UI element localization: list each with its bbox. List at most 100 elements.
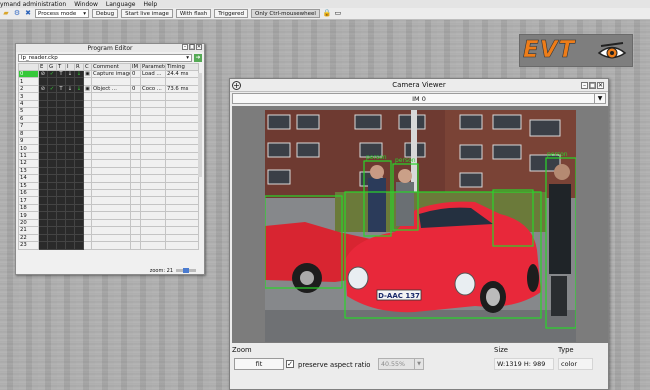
- table-row[interactable]: 23: [18, 241, 199, 250]
- table-row[interactable]: 19: [18, 211, 199, 220]
- close-window-icon[interactable]: ✕: [196, 44, 202, 50]
- table-row[interactable]: 7: [18, 122, 199, 131]
- cell: [65, 241, 75, 250]
- table-row[interactable]: 15: [18, 181, 199, 191]
- table-row[interactable]: 22: [18, 233, 199, 243]
- cell: [74, 218, 84, 228]
- row-number: 10: [18, 144, 39, 153]
- step-im: [130, 166, 141, 176]
- cell: [47, 203, 57, 213]
- cell: [47, 218, 57, 228]
- cell: [47, 99, 57, 109]
- table-row[interactable]: 12: [18, 159, 199, 168]
- program-file-select[interactable]: lp_reader.ckp ▾: [18, 53, 192, 62]
- table-row[interactable]: 1: [18, 77, 199, 86]
- only-ctrl-mousewheel-button[interactable]: Only Ctrl-mousewheel: [251, 9, 320, 18]
- image-select[interactable]: IM 0 ▼: [232, 93, 606, 104]
- row-number: 1: [18, 77, 39, 86]
- mode-select-value: Process mode: [38, 10, 77, 17]
- cell: [38, 129, 48, 138]
- cell: [56, 218, 66, 228]
- run-program-icon[interactable]: ➜: [194, 53, 202, 62]
- step-parameter: [140, 144, 166, 153]
- table-row[interactable]: 18: [18, 203, 199, 213]
- step-im: [130, 218, 141, 228]
- step-parameter: [140, 166, 166, 176]
- cell: [38, 122, 48, 131]
- step-comment: [91, 151, 131, 161]
- table-row[interactable]: 13: [18, 166, 199, 176]
- cell: [56, 203, 66, 213]
- cell: [47, 166, 57, 176]
- menu-language[interactable]: Language: [106, 1, 136, 8]
- mode-select[interactable]: Process mode ▾: [35, 9, 89, 18]
- cell: [56, 181, 66, 191]
- open-icon[interactable]: ▰: [2, 10, 10, 18]
- menu-window[interactable]: Window: [74, 1, 98, 8]
- preserve-aspect-checkbox[interactable]: ✓: [286, 360, 294, 368]
- table-row[interactable]: 17: [18, 196, 199, 205]
- cell: [65, 77, 75, 86]
- step-im: [130, 144, 141, 153]
- close-icon[interactable]: ✖: [24, 10, 32, 18]
- minimize-icon[interactable]: –: [581, 82, 588, 89]
- debug-button[interactable]: Debug: [92, 9, 119, 18]
- table-row[interactable]: 0 ⊘ ✓ T ↓ ↓ ▣ Capture image 0 Load ... 24.4 ms: [18, 69, 199, 79]
- step-comment: Capture image: [91, 69, 131, 79]
- step-im: [130, 107, 141, 116]
- program-editor-titlebar[interactable]: Program Editor – □ ✕: [16, 44, 204, 52]
- table-row[interactable]: 21: [18, 226, 199, 235]
- maximize-icon[interactable]: □: [589, 82, 596, 89]
- zoom-select[interactable]: 40.55% ▼: [378, 358, 424, 370]
- table-row[interactable]: 10: [18, 144, 199, 153]
- step-parameter: [140, 181, 166, 191]
- cell: [47, 122, 57, 131]
- table-row[interactable]: 11: [18, 151, 199, 161]
- cell: [56, 114, 66, 124]
- close-window-icon[interactable]: ✕: [597, 82, 604, 89]
- step-comment: [91, 144, 131, 153]
- step-parameter: [140, 99, 166, 109]
- table-row[interactable]: 6: [18, 114, 199, 124]
- settings-icon[interactable]: ⚙: [13, 10, 21, 18]
- col-header-timing: Timing: [165, 63, 199, 71]
- cell: [38, 144, 48, 153]
- menu-bar: ymand administration Window Language Hel…: [0, 0, 650, 8]
- menu-admin[interactable]: ymand administration: [0, 1, 66, 8]
- table-row[interactable]: 20: [18, 218, 199, 228]
- table-row[interactable]: 2 ⊘ ✓ T ↓ ↓ ▣ Object ... 0 Coco ... 73.6 ms: [18, 84, 199, 94]
- step-icon: ▣: [83, 84, 92, 94]
- slider-handle[interactable]: [183, 268, 189, 273]
- triggered-button[interactable]: Triggered: [214, 9, 249, 18]
- table-row[interactable]: 14: [18, 174, 199, 183]
- table-row[interactable]: 9: [18, 136, 199, 146]
- start-live-image-button[interactable]: Start live image: [121, 9, 173, 18]
- table-row[interactable]: 8: [18, 129, 199, 138]
- add-icon[interactable]: +: [232, 81, 241, 90]
- table-row[interactable]: 16: [18, 188, 199, 198]
- cell: [65, 203, 75, 213]
- row-number: 0: [18, 69, 39, 79]
- maximize-icon[interactable]: □: [189, 44, 195, 50]
- table-row[interactable]: 3: [18, 92, 199, 101]
- camera-image[interactable]: D-AAC 137 person person person: [265, 110, 576, 342]
- camera-viewer-titlebar[interactable]: + Camera Viewer – □ ✕: [230, 79, 608, 92]
- window-icon[interactable]: ▭: [334, 10, 342, 18]
- cell: [83, 77, 92, 86]
- menu-help[interactable]: Help: [143, 1, 157, 8]
- program-zoom-slider[interactable]: [176, 268, 196, 273]
- cell: [65, 151, 75, 161]
- with-flash-button[interactable]: With flash: [175, 9, 212, 18]
- program-table-scrollbar[interactable]: [198, 73, 202, 177]
- row-number: 22: [18, 233, 39, 243]
- image-canvas[interactable]: D-AAC 137 person person person: [232, 106, 608, 343]
- table-row[interactable]: 4: [18, 99, 199, 109]
- minimize-icon[interactable]: –: [182, 44, 188, 50]
- step-im: [130, 77, 141, 86]
- step-timing: [165, 129, 199, 138]
- lock-icon[interactable]: 🔒: [323, 10, 332, 18]
- step-timing: [165, 196, 199, 205]
- row-number: 6: [18, 114, 39, 124]
- table-row[interactable]: 5: [18, 107, 199, 116]
- fit-button[interactable]: fit: [234, 358, 284, 370]
